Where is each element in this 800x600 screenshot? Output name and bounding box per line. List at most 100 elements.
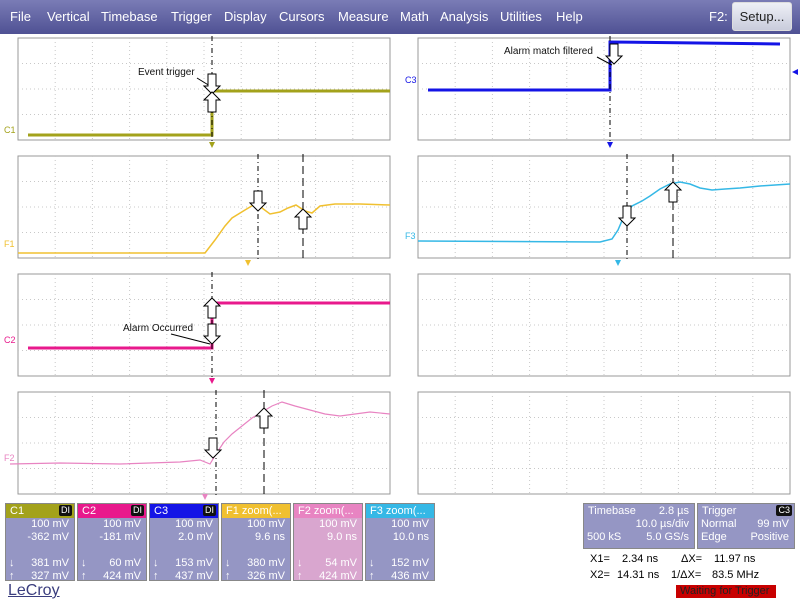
channel-row-val1: ↓ 152 mV: [366, 557, 434, 570]
grid-8: [417, 391, 791, 495]
menu-file[interactable]: File: [10, 9, 31, 24]
trigger-title: Trigger: [702, 505, 737, 517]
menu-math[interactable]: Math: [400, 9, 429, 24]
trigger-marker-f2: [202, 494, 208, 500]
cursor-x2-value: 14.31 ns: [617, 569, 660, 581]
setup-button[interactable]: Setup...: [732, 2, 792, 31]
channel-row-val1: ↓ 153 mV: [150, 557, 218, 570]
channel-row-offset: 9.6 ns: [222, 531, 290, 544]
channel-row-scale: 100 mV: [78, 518, 146, 531]
channel-row-blank: [78, 544, 146, 557]
trigger-marker-c3: [607, 142, 613, 148]
menu-help[interactable]: Help: [556, 9, 583, 24]
trigger-row-1: Normal 99 mV: [698, 518, 794, 531]
annotation-alarm-match: Alarm match filtered: [504, 46, 593, 57]
channel-row-offset: -362 mV: [6, 531, 74, 544]
waveform-grids: [17, 37, 791, 495]
timebase-box[interactable]: Timebase 2.8 µs 10.0 µs/div 500 kS 5.0 G…: [583, 503, 695, 549]
annotation-event-trigger: Event trigger: [138, 67, 195, 78]
channel-box-3[interactable]: F1 zoom(... 100 mV 9.6 ns ↓ 380 mV ↑ 326 mV: [221, 503, 291, 582]
channel-row-offset: 10.0 ns: [366, 531, 434, 544]
offset-marker-c3: [792, 69, 798, 75]
channel-box-1[interactable]: C2 DI 100 mV -181 mV ↓ 60 mV ↑ 424 mV: [77, 503, 147, 583]
channel-row-val1: ↓ 54 mV: [294, 557, 362, 570]
cursor-dx-value: 11.97 ns: [714, 553, 756, 565]
menu-display[interactable]: Display: [224, 9, 267, 24]
channel-val1: 381 mV: [31, 557, 69, 569]
menu-trigger[interactable]: Trigger: [171, 9, 212, 24]
cursor-x1-label: X1=: [590, 553, 610, 565]
status-waiting-trigger: Waiting for Trigger: [676, 585, 776, 598]
timebase-rate: 5.0 GS/s: [646, 531, 689, 543]
trigger-marker-c1: [209, 142, 215, 148]
channel-box-2[interactable]: C3 DI 100 mV 2.0 mV ↓ 153 mV ↑ 437 mV: [149, 503, 219, 582]
channel-val1: 152 mV: [391, 557, 429, 569]
channel-box-4[interactable]: F2 zoom(... 100 mV 9.0 ns ↓ 54 mV ↑ 424 mV: [293, 503, 363, 582]
channel-badge: DI: [59, 505, 72, 516]
channel-badge: DI: [131, 505, 144, 516]
arrow-down-icon: ↓: [81, 557, 87, 569]
arrow-down-icon: ↓: [225, 557, 231, 569]
cursor-x2-label: X2=: [590, 569, 610, 581]
channel-box-0[interactable]: C1 DI 100 mV -362 mV ↓ 381 mV ↑ 327 mV: [5, 503, 75, 582]
trigger-marker-f3: [615, 260, 621, 266]
channel-row-val2: ↑ 424 mV: [78, 570, 146, 583]
menu-vertical[interactable]: Vertical: [47, 9, 90, 24]
waveform-display[interactable]: C1 Event trigger C3 Alarm match filtered…: [0, 34, 800, 502]
channel-val2: 437 mV: [175, 570, 213, 582]
channel-header: F1 zoom(...: [222, 504, 290, 518]
menu-cursors[interactable]: Cursors: [279, 9, 325, 24]
channel-scale: 100 mV: [391, 518, 429, 530]
channel-row-blank: [150, 544, 218, 557]
channel-val2: 326 mV: [247, 570, 285, 582]
trigger-marker-c2: [209, 378, 215, 384]
timebase-per-div: 10.0 µs/div: [635, 518, 689, 530]
channel-row-offset: 2.0 mV: [150, 531, 218, 544]
grid-5: [17, 273, 391, 377]
grid-1: [17, 37, 391, 141]
channel-offset: 9.6 ns: [255, 531, 285, 543]
channel-row-scale: 100 mV: [366, 518, 434, 531]
channel-offset: 2.0 mV: [178, 531, 213, 543]
menu-measure[interactable]: Measure: [338, 9, 389, 24]
channel-name: C1: [10, 505, 25, 517]
arrow-up-icon: ↑: [369, 570, 375, 582]
channel-header: F3 zoom(...: [366, 504, 434, 518]
trigger-box[interactable]: Trigger C3 Normal 99 mV Edge Positive: [697, 503, 795, 549]
channel-name: F1 zoom(...: [226, 505, 282, 517]
channel-scale: 100 mV: [103, 518, 141, 530]
arrow-down-icon: ↓: [297, 557, 303, 569]
trigger-slope: Positive: [750, 531, 789, 543]
trace-label-f1: F1: [4, 239, 15, 249]
timebase-header: Timebase 2.8 µs: [584, 504, 694, 518]
channel-row-blank: [6, 544, 74, 557]
channel-header: F2 zoom(...: [294, 504, 362, 518]
trigger-marker-f1: [245, 260, 251, 266]
grid-4: [417, 155, 791, 259]
channel-offset: 9.0 ns: [327, 531, 357, 543]
arrow-up-icon: ↑: [81, 570, 87, 582]
channel-row-offset: -181 mV: [78, 531, 146, 544]
menu-timebase[interactable]: Timebase: [101, 9, 158, 24]
cursor-dx-label: ΔX=: [681, 553, 703, 565]
arrow-up-icon: ↑: [297, 570, 303, 582]
channel-box-5[interactable]: F3 zoom(... 100 mV 10.0 ns ↓ 152 mV ↑ 436 mV: [365, 503, 435, 582]
channel-row-val1: ↓ 381 mV: [6, 557, 74, 570]
channel-row-blank: [366, 544, 434, 557]
timebase-title: Timebase: [588, 505, 636, 517]
menu-utilities[interactable]: Utilities: [500, 9, 542, 24]
trigger-level: 99 mV: [757, 518, 789, 530]
channel-val1: 380 mV: [247, 557, 285, 569]
timebase-samples: 500 kS: [587, 531, 622, 543]
menu-analysis[interactable]: Analysis: [440, 9, 488, 24]
channel-row-scale: 100 mV: [150, 518, 218, 531]
trace-label-f2: F2: [4, 453, 15, 463]
arrow-down-icon: ↓: [9, 557, 15, 569]
trace-label-c1: C1: [4, 125, 16, 135]
trigger-row-2: Edge Positive: [698, 531, 794, 544]
channel-scale: 100 mV: [175, 518, 213, 530]
timebase-row-1: 10.0 µs/div: [584, 518, 694, 531]
arrow-down-icon: ↓: [153, 557, 159, 569]
channel-scale: 100 mV: [31, 518, 69, 530]
arrow-up-icon: ↑: [225, 570, 231, 582]
